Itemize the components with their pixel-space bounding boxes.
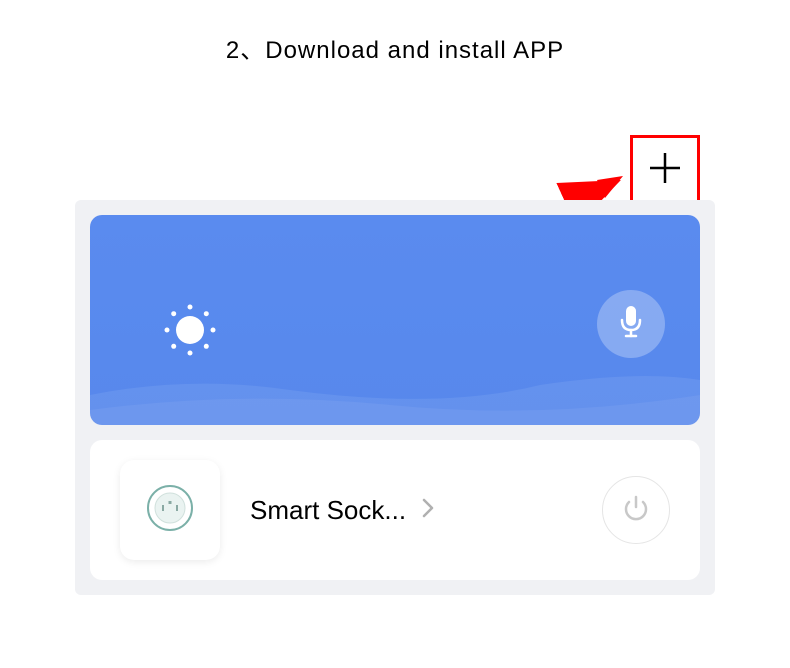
- voice-button[interactable]: [597, 290, 665, 358]
- mic-icon: [617, 304, 645, 345]
- power-icon: [621, 493, 651, 528]
- chevron-right-icon: [421, 495, 435, 526]
- device-name-row: Smart Sock...: [250, 495, 602, 526]
- power-button[interactable]: [602, 476, 670, 544]
- device-name-label: Smart Sock...: [250, 495, 406, 526]
- app-screenshot: Smart Sock...: [75, 200, 715, 595]
- device-icon-container: [120, 460, 220, 560]
- device-card[interactable]: Smart Sock...: [90, 440, 700, 580]
- page-title: 2、Download and install APP: [0, 30, 790, 65]
- add-button-highlight[interactable]: [630, 135, 700, 205]
- weather-header-card: [90, 215, 700, 425]
- socket-icon: [145, 483, 195, 538]
- mountain-decoration: [90, 365, 700, 425]
- plus-icon: [645, 148, 685, 193]
